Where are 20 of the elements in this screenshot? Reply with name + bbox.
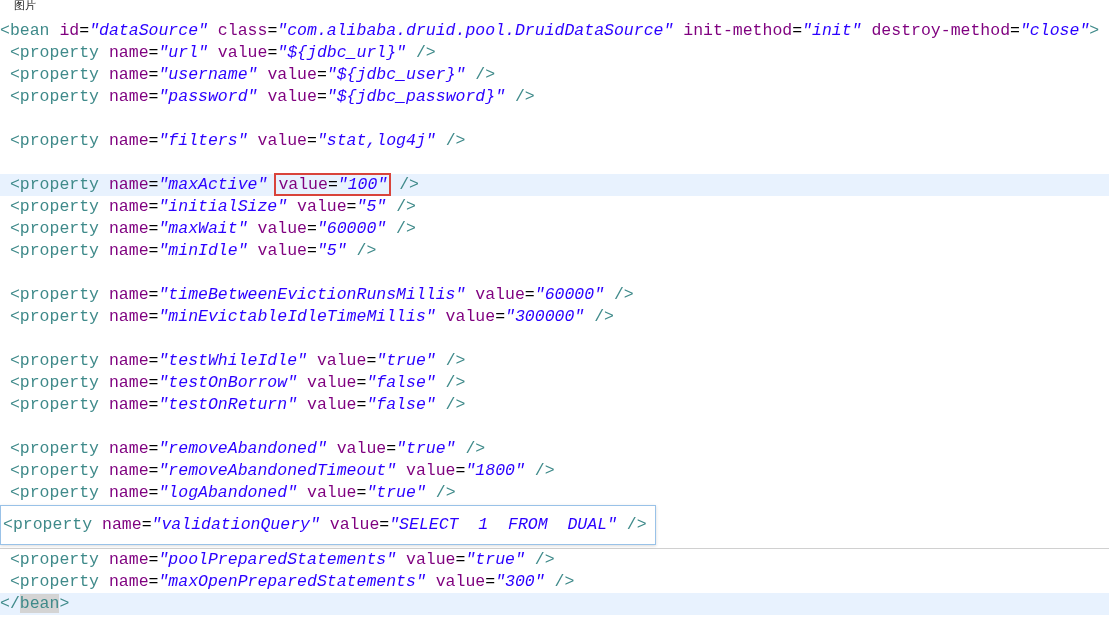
window-title: 图片 — [14, 0, 36, 12]
code-line: <property name="maxOpenPreparedStatements" value="300" /> — [8, 571, 576, 593]
code-line: <property name="minIdle" value="5" /> — [8, 240, 378, 262]
code-line: <property name="url" value="${jdbc_url}" /> — [8, 42, 437, 64]
code-line: <property name="password" value="${jdbc_password}" /> — [8, 86, 536, 108]
code-popup: <property name="validationQuery" value="SELECT 1 FROM DUAL" /> — [0, 505, 656, 545]
code-line: <property name="poolPreparedStatements" value="true" /> — [8, 549, 556, 571]
code-line: <property name="testOnReturn" value="false" /> — [8, 394, 467, 416]
code-line: <bean id="dataSource" class="com.alibaba.druid.pool.DruidDataSource" init-method="init" destroy-method="close"> — [0, 20, 1101, 42]
code-line: <property name="timeBetweenEvictionRunsMillis" value="60000" /> — [8, 284, 635, 306]
code-line: <property name="testWhileIdle" value="true" /> — [8, 350, 467, 372]
code-line: <property name="username" value="${jdbc_user}" /> — [8, 64, 497, 86]
code-line: <property name="removeAbandonedTimeout" value="1800" /> — [8, 460, 556, 482]
code-line: <property name="filters" value="stat,log4j" /> — [8, 130, 467, 152]
code-line: <property name="maxWait" value="60000" /> — [8, 218, 417, 240]
code-line: <property name="testOnBorrow" value="false" /> — [8, 372, 467, 394]
code-line: <property name="minEvictableIdleTimeMillis" value="300000" /> — [8, 306, 615, 328]
code-line: <property name="initialSize" value="5" /> — [8, 196, 417, 218]
code-line: <property name="removeAbandoned" value="true" /> — [8, 438, 487, 460]
code-line: <property name="logAbandoned" value="true" /> — [8, 482, 457, 504]
